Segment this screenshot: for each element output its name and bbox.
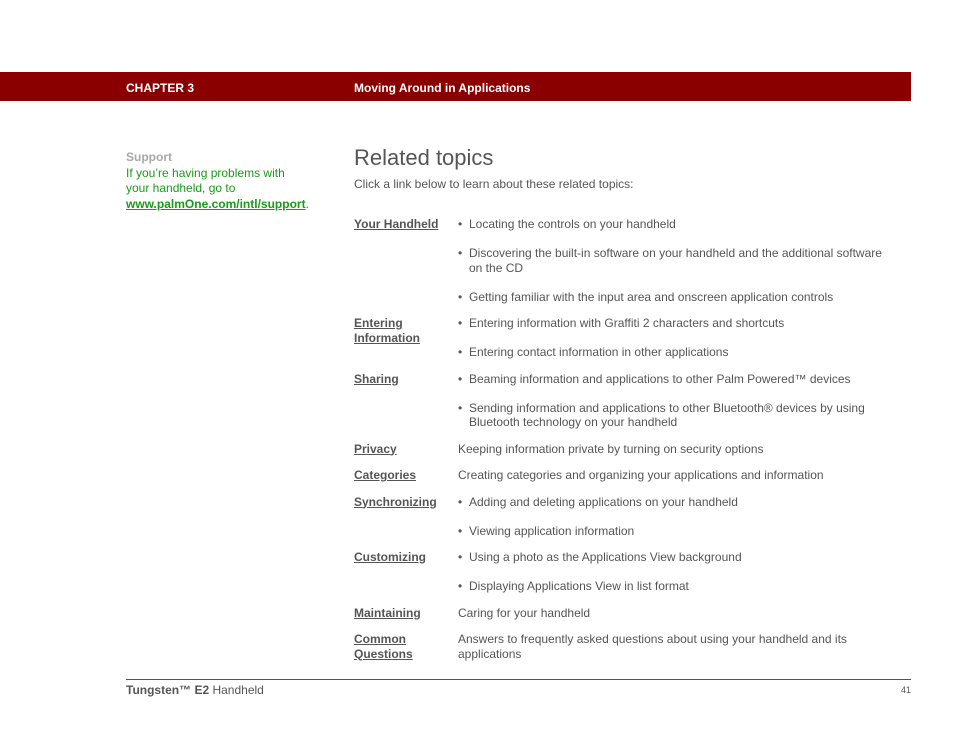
topic-link-categories[interactable]: Categories xyxy=(354,468,458,483)
bullet-icon: • xyxy=(458,550,463,564)
topic-description: Answers to frequently asked questions ab… xyxy=(458,632,894,661)
bullet-text: Entering contact information in other ap… xyxy=(469,345,729,359)
footer-product-name: Handheld xyxy=(209,683,264,697)
topic-row: Categories Creating categories and organi… xyxy=(354,468,894,483)
topic-bullet: • Getting familiar with the input area an… xyxy=(458,290,894,305)
topic-description: • Adding and deleting applications on you… xyxy=(458,495,894,539)
bullet-text: Sending information and applications to … xyxy=(469,400,865,430)
topic-row: Synchronizing • Adding and deleting applic… xyxy=(354,495,894,539)
bullet-text: Getting familiar with the input area and… xyxy=(469,289,834,304)
bullet-icon: • xyxy=(458,579,463,593)
topic-bullet: • Sending information and applications to… xyxy=(458,401,894,430)
topic-bullet: • Beaming information and applications to… xyxy=(458,372,894,387)
topic-description: Caring for your handheld xyxy=(458,606,894,621)
topic-link-customizing[interactable]: Customizing xyxy=(354,550,458,594)
topic-bullet: • Using a photo as the Applications View … xyxy=(458,550,894,565)
topic-bullet: • Locating the controls on your handheld xyxy=(458,217,894,232)
topic-description: • Beaming information and applications to… xyxy=(458,372,894,430)
sidebar-text: If you’re having problems with your hand… xyxy=(126,165,285,196)
topic-bullet: • Viewing application information xyxy=(458,524,894,539)
bullet-icon: • xyxy=(458,523,463,538)
topic-row: Privacy Keeping information private by tu… xyxy=(354,442,894,457)
topic-text: Keeping information private by turning o… xyxy=(458,441,764,456)
sidebar-period: . xyxy=(305,196,309,211)
topic-bullet: • Adding and deleting applications on you… xyxy=(458,495,894,510)
topic-bullet: • Entering information with Graffiti 2 ch… xyxy=(458,316,894,331)
sidebar-title: Support xyxy=(126,150,172,164)
topic-link-entering-information[interactable]: Entering Information xyxy=(354,316,458,360)
bullet-icon: • xyxy=(458,316,463,330)
chapter-header-bar: CHAPTER 3 Moving Around in Applications xyxy=(0,72,911,101)
topic-row: Sharing • Beaming information and applicat… xyxy=(354,372,894,430)
footer-divider xyxy=(126,679,911,680)
topic-row: Customizing • Using a photo as the Applica… xyxy=(354,550,894,594)
footer-brand: Tungsten™ E2 xyxy=(126,683,210,697)
topic-description: Creating categories and organizing your … xyxy=(458,468,894,483)
bullet-icon: • xyxy=(458,345,463,359)
bullet-text: Using a photo as the Applications View b… xyxy=(469,550,742,564)
bullet-text: Beaming information and applications to … xyxy=(469,371,851,386)
topic-link-privacy[interactable]: Privacy xyxy=(354,442,458,457)
bullet-icon: • xyxy=(458,400,463,415)
topic-text: Answers to frequently asked questions ab… xyxy=(458,632,847,661)
bullet-icon: • xyxy=(458,371,463,386)
bullet-text: Locating the controls on your handheld xyxy=(469,217,676,231)
bullet-icon: • xyxy=(458,494,463,509)
bullet-text: Displaying Applications View in list for… xyxy=(469,579,689,593)
topic-row: Entering Information • Entering informatio… xyxy=(354,316,894,360)
main-content: Related topics Click a link below to lea… xyxy=(354,144,894,191)
bullet-text: Entering information with Graffiti 2 cha… xyxy=(469,316,785,330)
page-title: Related topics xyxy=(354,145,494,170)
topic-link-sharing[interactable]: Sharing xyxy=(354,372,458,430)
topic-description: • Entering information with Graffiti 2 ch… xyxy=(458,316,894,360)
topic-description: • Locating the controls on your handheld •… xyxy=(458,217,894,304)
topic-description: Keeping information private by turning o… xyxy=(458,442,894,457)
bullet-icon: • xyxy=(458,217,463,231)
chapter-label: CHAPTER 3 xyxy=(126,81,195,95)
topic-bullet: • Displaying Applications View in list fo… xyxy=(458,579,894,594)
topic-link-common-questions[interactable]: Common Questions xyxy=(354,632,458,661)
topic-row: Common Questions Answers to frequently as… xyxy=(354,632,894,661)
topic-row: Your Handheld • Locating the controls on y… xyxy=(354,217,894,304)
bullet-text: Viewing application information xyxy=(469,523,635,538)
page-number: 41 xyxy=(900,685,911,695)
topic-description: • Using a photo as the Applications View … xyxy=(458,550,894,594)
bullet-text: Adding and deleting applications on your… xyxy=(469,494,738,509)
support-sidebar: Support If you’re having problems with y… xyxy=(126,150,309,212)
intro-text: Click a link below to learn about these … xyxy=(354,177,634,191)
support-link[interactable]: www.palmOne.com/intl/support xyxy=(126,197,306,211)
topic-link-synchronizing[interactable]: Synchronizing xyxy=(354,495,458,539)
topic-link-your-handheld[interactable]: Your Handheld xyxy=(354,217,458,304)
bullet-text: Discovering the built-in software on you… xyxy=(469,246,882,275)
footer-product: Tungsten™ E2 Handheld xyxy=(126,683,264,697)
topic-bullet: • Entering contact information in other a… xyxy=(458,345,894,360)
bullet-icon: • xyxy=(458,246,463,260)
topic-bullet: • Discovering the built-in software on yo… xyxy=(458,246,894,275)
topic-text: Creating categories and organizing your … xyxy=(458,468,824,482)
chapter-title: Moving Around in Applications xyxy=(354,81,531,95)
topic-link-maintaining[interactable]: Maintaining xyxy=(354,606,458,621)
topic-row: Maintaining Caring for your handheld xyxy=(354,606,894,621)
related-topics-list: Your Handheld • Locating the controls on y… xyxy=(354,217,894,673)
bullet-icon: • xyxy=(458,289,463,304)
topic-text: Caring for your handheld xyxy=(458,605,591,620)
